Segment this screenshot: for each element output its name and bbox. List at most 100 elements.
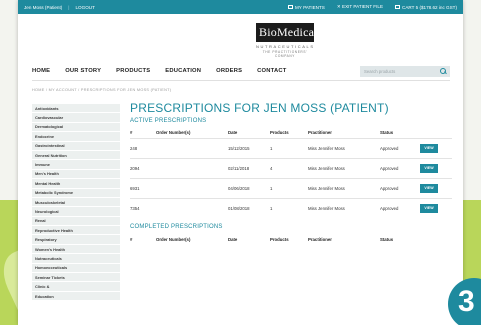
cart-link[interactable]: CART 5 ($178.62 inc GST) — [395, 5, 457, 10]
col-status: Status — [380, 236, 394, 242]
cell-products: 1 — [270, 197, 308, 218]
view-button[interactable]: VIEW — [420, 163, 438, 173]
cell-date: 02/11/2018 — [228, 157, 270, 178]
search-input[interactable]: Search products — [360, 65, 450, 77]
sidebar-item-womens-health[interactable]: Women's Health — [32, 244, 120, 255]
sidebar-item-general-nutrition[interactable]: General Nutrition — [32, 150, 120, 161]
main-nav: HOME OUR STORY PRODUCTS EDUCATION ORDERS… — [32, 64, 450, 78]
col-order-numbers: Order Number(s) — [156, 236, 191, 242]
nav-divider — [32, 80, 450, 81]
nav-products[interactable]: PRODUCTS — [116, 68, 150, 74]
cart-label: CART 5 ($178.62 inc GST) — [402, 4, 457, 10]
sidebar-item-homoeoceuticals[interactable]: Homoeoceuticals — [32, 263, 120, 274]
sidebar-item-reproductive-health[interactable]: Reproductive Health — [32, 226, 120, 236]
current-user-link[interactable]: Jen Moss (Patient) — [24, 5, 62, 10]
nav-contact[interactable]: CONTACT — [257, 68, 286, 74]
cell-practitioner: Miss Jennifer Moss — [308, 137, 380, 158]
cell-number: 7354 — [130, 197, 156, 218]
page-title: PRESCRIPTIONS FOR JEN MOSS (PATIENT) — [130, 101, 389, 115]
category-sidebar: Antioxidants Cardiovascular Dermatologic… — [32, 104, 120, 302]
nav-orders[interactable]: ORDERS — [216, 68, 242, 74]
sidebar-item-gastrointestinal[interactable]: Gastrointestinal — [32, 141, 120, 151]
cell-practitioner: Miss Jennifer Moss — [308, 177, 380, 198]
sidebar-item-respiratory[interactable]: Respiratory — [32, 235, 120, 245]
cell-action: VIEW — [420, 157, 452, 178]
cell-status: Approved — [380, 157, 420, 178]
cell-date: 15/12/2015 — [228, 137, 270, 158]
cell-number: 2094 — [130, 157, 156, 178]
sidebar-item-mental-health[interactable]: Mental Health — [32, 179, 120, 189]
col-practitioner: Practitioner — [308, 130, 332, 136]
logo-subtagline: THE PRACTITIONERS' COMPANY — [262, 50, 308, 58]
completed-prescriptions-heading: COMPLETED PRESCRIPTIONS — [130, 224, 223, 230]
col-status: Status — [380, 130, 394, 136]
sidebar-item-metabolic-syndrome[interactable]: Metabolic Syndrome — [32, 188, 120, 198]
nav-our-story[interactable]: OUR STORY — [65, 68, 101, 74]
view-button[interactable]: VIEW — [420, 203, 438, 213]
search-icon[interactable] — [440, 68, 446, 74]
logo-wordmark: BioMedica — [256, 23, 314, 42]
table-row: 248 15/12/2015 1 Miss Jennifer Moss Appr… — [130, 137, 452, 158]
sidebar-item-musculoskeletal[interactable]: Musculoskeletal — [32, 197, 120, 208]
cell-order — [156, 177, 228, 198]
sidebar-item-renal[interactable]: Renal — [32, 216, 120, 227]
my-patients-link[interactable]: MY PATIENTS — [287, 5, 325, 10]
cell-practitioner: Miss Jennifer Moss — [308, 197, 380, 218]
sidebar-item-neurological[interactable]: Neurological — [32, 207, 120, 217]
nav-education[interactable]: EDUCATION — [165, 68, 201, 74]
cart-icon — [395, 5, 401, 10]
sidebar-item-nutraceuticals[interactable]: Nutraceuticals — [32, 254, 120, 264]
browser-page: Jen Moss (Patient) | LOGOUT MY PATIENTS … — [18, 0, 463, 325]
sidebar-item-education[interactable]: Education — [32, 291, 120, 302]
sidebar-item-seminar-tickets[interactable]: Seminar Tickets — [32, 273, 120, 283]
sidebar-item-dermatological[interactable]: Dermatological — [32, 122, 120, 133]
cell-number: 248 — [130, 137, 156, 158]
active-prescriptions-heading: ACTIVE PRESCRIPTIONS — [130, 118, 207, 124]
sidebar-item-antioxidants[interactable]: Antioxidants — [32, 104, 120, 114]
table-row: 7354 01/08/2018 1 Miss Jennifer Moss App… — [130, 197, 452, 218]
cell-practitioner: Miss Jennifer Moss — [308, 157, 380, 178]
view-button[interactable]: VIEW — [420, 183, 438, 193]
sidebar-item-endocrine[interactable]: Endocrine — [32, 132, 120, 142]
prescriptions-panel: PRESCRIPTIONS FOR JEN MOSS (PATIENT) ACT… — [130, 101, 452, 244]
sidebar-item-immune[interactable]: Immune — [32, 160, 120, 170]
col-number: # — [130, 236, 133, 242]
cell-products: 4 — [270, 157, 308, 178]
cell-status: Approved — [380, 137, 420, 158]
cell-action: VIEW — [420, 177, 452, 198]
cell-products: 1 — [270, 177, 308, 198]
cell-order — [156, 197, 228, 218]
cell-date: 01/08/2018 — [228, 197, 270, 218]
col-order-numbers: Order Number(s) — [156, 130, 191, 136]
col-action — [420, 234, 452, 244]
exit-patient-file-label: EXIT PATIENT FILE — [342, 4, 384, 9]
col-practitioner: Practitioner — [308, 236, 332, 242]
view-button[interactable]: VIEW — [420, 143, 438, 153]
cell-order — [156, 157, 228, 178]
site-logo[interactable]: BioMedica NUTRACEUTICALS THE PRACTITIONE… — [256, 23, 314, 58]
sidebar-item-cardiovascular[interactable]: Cardiovascular — [32, 113, 120, 123]
exit-patient-file-link[interactable]: ✕ EXIT PATIENT FILE — [337, 4, 383, 10]
col-number: # — [130, 130, 133, 136]
logo-tagline: NUTRACEUTICALS — [256, 44, 315, 49]
table-header-row: # Order Number(s) Date Products Practiti… — [130, 128, 452, 138]
sidebar-item-clinic[interactable]: Clinic & — [32, 282, 120, 292]
cell-action: VIEW — [420, 137, 452, 158]
cell-order — [156, 137, 228, 158]
cell-products: 1 — [270, 137, 308, 158]
cell-status: Approved — [380, 177, 420, 198]
cell-action: VIEW — [420, 197, 452, 218]
col-date: Date — [228, 236, 238, 242]
table-header-row: # Order Number(s) Date Products Practiti… — [130, 234, 452, 244]
cell-date: 04/06/2018 — [228, 177, 270, 198]
cell-number: 6931 — [130, 177, 156, 198]
search-placeholder: Search products — [364, 68, 396, 74]
col-products: Products — [270, 130, 289, 136]
col-products: Products — [270, 236, 289, 242]
table-row: 2094 02/11/2018 4 Miss Jennifer Moss App… — [130, 157, 452, 178]
breadcrumb[interactable]: HOME / MY ACCOUNT / PRESCRIPTIONS FOR JE… — [32, 88, 171, 92]
logout-link[interactable]: LOGOUT — [76, 5, 95, 10]
nav-home[interactable]: HOME — [32, 68, 50, 74]
sidebar-item-mens-health[interactable]: Men's Health — [32, 169, 120, 180]
topbar-separator: | — [68, 4, 70, 10]
